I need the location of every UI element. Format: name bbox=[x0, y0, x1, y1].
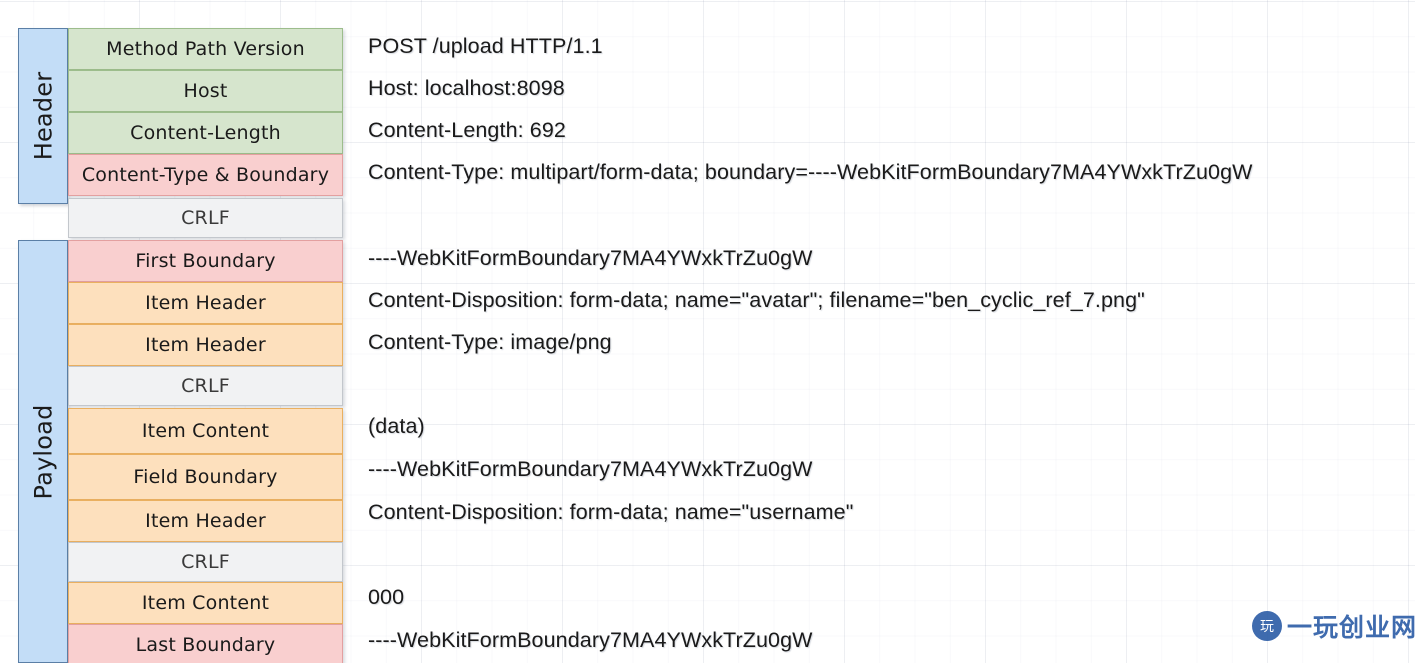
row-label: Item Content bbox=[68, 408, 343, 454]
content-line: POST /upload HTTP/1.1 bbox=[368, 34, 603, 58]
row-label: Item Header bbox=[68, 324, 343, 366]
row-label: CRLF bbox=[68, 542, 343, 582]
row-label: Item Header bbox=[68, 282, 343, 324]
row-label: Content-Type & Boundary bbox=[68, 154, 343, 196]
content-line: Content-Length: 692 bbox=[368, 118, 566, 142]
group-block-label: Payload bbox=[29, 404, 57, 499]
row-label: Host bbox=[68, 70, 343, 112]
watermark: 玩 一玩创业网 bbox=[1252, 608, 1415, 644]
row-label: CRLF bbox=[68, 366, 343, 406]
content-line: Host: localhost:8098 bbox=[368, 76, 565, 100]
row-label: Field Boundary bbox=[68, 454, 343, 500]
row-label: Item Header bbox=[68, 500, 343, 542]
row-label: Content-Length bbox=[68, 112, 343, 154]
group-block-label: Header bbox=[29, 71, 57, 161]
content-line: ----WebKitFormBoundary7MA4YWxkTrZu0gW bbox=[368, 628, 813, 652]
group-block-payload: Payload bbox=[18, 240, 68, 663]
content-line: ----WebKitFormBoundary7MA4YWxkTrZu0gW bbox=[368, 457, 813, 481]
content-line: (data) bbox=[368, 414, 425, 438]
row-label: CRLF bbox=[68, 198, 343, 238]
content-line: Content-Disposition: form-data; name="us… bbox=[368, 500, 854, 524]
row-label: Last Boundary bbox=[68, 624, 343, 663]
content-line: 000 bbox=[368, 585, 405, 609]
content-line: Content-Type: image/png bbox=[368, 330, 612, 354]
row-label: Method Path Version bbox=[68, 28, 343, 70]
group-block-header: Header bbox=[18, 28, 68, 204]
content-line: Content-Type: multipart/form-data; bound… bbox=[368, 160, 1253, 184]
row-label: First Boundary bbox=[68, 240, 343, 282]
watermark-text: 一玩创业网 bbox=[1287, 613, 1415, 642]
row-label: Item Content bbox=[68, 582, 343, 624]
diagram-canvas: Header Payload Method Path Version Host Con… bbox=[0, 0, 1415, 663]
watermark-logo-icon: 玩 bbox=[1252, 611, 1282, 641]
content-line: ----WebKitFormBoundary7MA4YWxkTrZu0gW bbox=[368, 246, 813, 270]
content-line: Content-Disposition: form-data; name="av… bbox=[368, 288, 1145, 312]
